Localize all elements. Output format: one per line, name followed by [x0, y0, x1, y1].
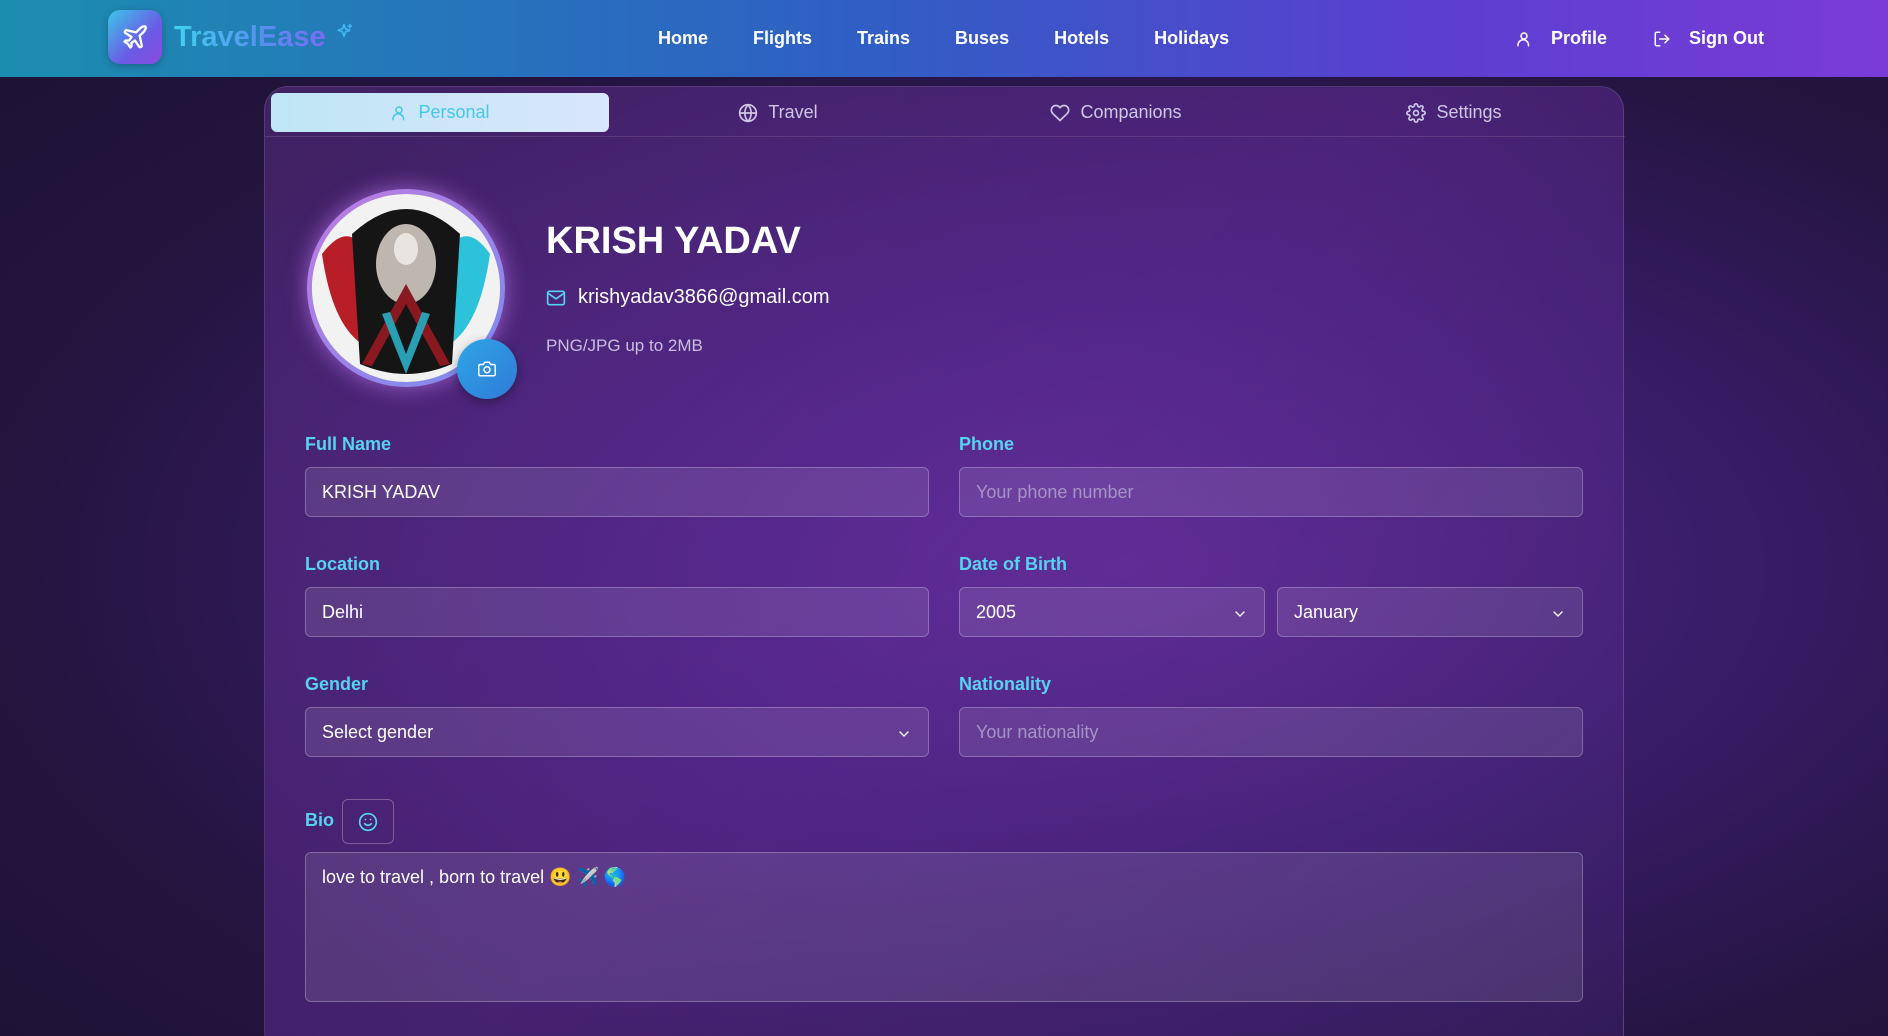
- tab-settings-label: Settings: [1436, 102, 1502, 122]
- bio-textarea[interactable]: love to travel , born to travel 😃 ✈️ 🌎: [305, 852, 1583, 1002]
- chevron-down-icon: [1553, 611, 1563, 617]
- tab-travel-label: Travel: [768, 102, 818, 122]
- tab-companions-label: Companions: [1080, 102, 1182, 122]
- full-name-input[interactable]: KRISH YADAV: [305, 467, 929, 517]
- plane-icon: [108, 10, 162, 64]
- location-label: Location: [305, 554, 380, 574]
- phone-label: Phone: [959, 434, 1015, 454]
- nav-flights[interactable]: Flights: [753, 28, 812, 49]
- logout-icon: [1654, 31, 1670, 46]
- tab-settings[interactable]: Settings: [1285, 93, 1623, 132]
- nav-home[interactable]: Home: [658, 28, 708, 49]
- profile-email: krishyadav3866@gmail.com: [546, 286, 830, 309]
- location-input[interactable]: Delhi: [305, 587, 929, 637]
- tab-travel[interactable]: Travel: [609, 93, 947, 132]
- gender-label: Gender: [305, 674, 369, 694]
- dob-year-value: 2005: [976, 601, 1017, 622]
- heart-icon: [1050, 104, 1070, 121]
- tab-personal[interactable]: Personal: [271, 93, 609, 132]
- gender-select[interactable]: Select gender: [305, 707, 929, 757]
- change-photo-button[interactable]: [457, 339, 517, 399]
- user-actions: Profile Sign Out: [1469, 0, 1764, 77]
- globe-icon: [739, 103, 758, 122]
- gear-icon: [1406, 102, 1427, 123]
- nav-hotels[interactable]: Hotels: [1054, 28, 1109, 49]
- upload-hint: PNG/JPG up to 2MB: [546, 336, 703, 355]
- full-name-label: Full Name: [305, 434, 392, 454]
- gender-value: Select gender: [322, 721, 434, 742]
- nationality-input[interactable]: Your nationality: [959, 707, 1583, 757]
- profile-link[interactable]: Profile: [1515, 28, 1607, 49]
- profile-card: Personal Travel Companions Settings KRIS…: [264, 86, 1625, 1036]
- camera-icon: [478, 361, 496, 377]
- sign-out-button[interactable]: Sign Out: [1653, 28, 1764, 49]
- nav-holidays[interactable]: Holidays: [1154, 28, 1229, 49]
- brand-name: TravelEase: [174, 20, 326, 53]
- profile-label: Profile: [1550, 28, 1607, 48]
- chevron-down-icon: [899, 731, 909, 737]
- dob-label: Date of Birth: [959, 554, 1067, 574]
- user-icon: [1517, 31, 1530, 46]
- phone-input[interactable]: Your phone number: [959, 467, 1583, 517]
- dob-year-select[interactable]: 2005: [959, 587, 1265, 637]
- dob-month-select[interactable]: January: [1277, 587, 1583, 637]
- dob-month-value: January: [1294, 601, 1359, 622]
- brand[interactable]: TravelEase: [108, 10, 354, 64]
- email-text: krishyadav3866@gmail.com: [578, 286, 830, 308]
- mail-icon: [546, 290, 566, 305]
- chevron-down-icon: [1235, 611, 1245, 617]
- emoji-picker-button[interactable]: [342, 799, 394, 844]
- top-navbar: TravelEase Home Flights Trains Buses Hot…: [0, 0, 1888, 77]
- user-icon: [392, 105, 405, 120]
- profile-name: KRISH YADAV: [546, 220, 801, 262]
- nav-buses[interactable]: Buses: [955, 28, 1009, 49]
- bio-label: Bio: [305, 810, 334, 830]
- nationality-label: Nationality: [959, 674, 1052, 694]
- main-nav: Home Flights Trains Buses Hotels Holiday…: [658, 0, 1274, 77]
- profile-tabs: Personal Travel Companions Settings: [265, 87, 1625, 137]
- sparkle-icon: [334, 22, 354, 47]
- smile-icon: [358, 812, 378, 831]
- sign-out-label: Sign Out: [1689, 28, 1764, 48]
- tab-personal-label: Personal: [418, 102, 490, 122]
- tab-companions[interactable]: Companions: [947, 93, 1285, 132]
- nav-trains[interactable]: Trains: [857, 28, 910, 49]
